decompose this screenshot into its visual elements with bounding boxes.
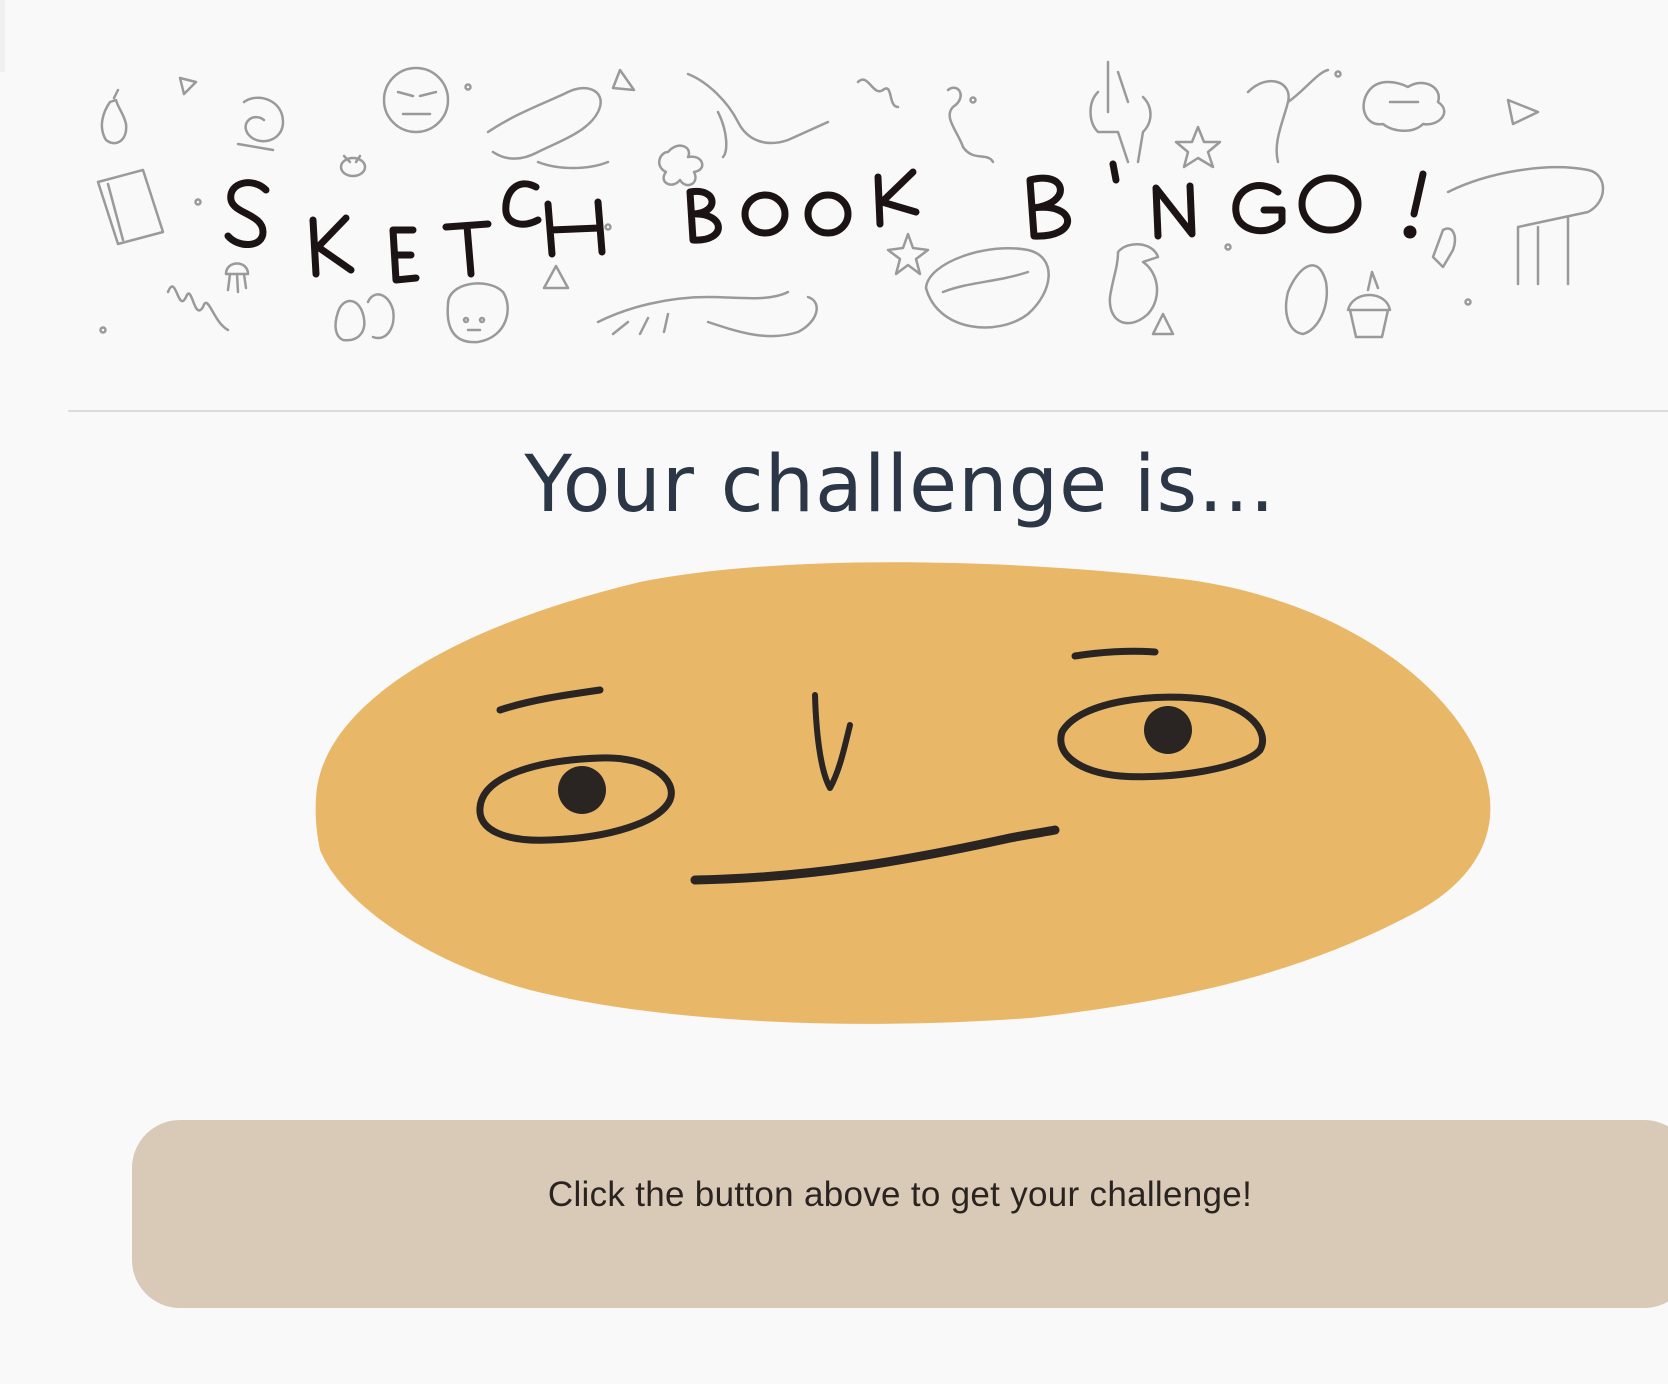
banner-illustration [96,60,1605,344]
deer-icon [1089,60,1152,164]
header-divider [68,410,1668,412]
squirrel-icon [1246,68,1330,164]
snail-icon [236,96,285,152]
face-blob [315,562,1491,1024]
fish-icon [1284,264,1329,336]
face-svg [315,562,1491,1024]
cupcake-icon [1346,270,1392,339]
toast-icon [446,282,509,344]
star-icon [1174,125,1222,169]
bird-with-hat-icon [1108,243,1175,336]
piano-icon [1446,165,1605,286]
lobster-icon [596,290,818,338]
right-pupil [1144,706,1192,754]
hand-icon [1431,227,1457,269]
pear-icon [100,88,128,145]
bowl-icon [924,246,1050,329]
triangle-icon [178,76,198,96]
jellyfish-icon [224,262,250,294]
page: Your challenge is... Click the button ab… [0,0,1668,1384]
scribble-icon [166,285,230,332]
challenge-placeholder-text: Click the button above to get your chall… [547,1175,1253,1214]
triangle-icon-4 [542,264,570,290]
hummingbird-icon [686,72,830,159]
banner-title-lettering [224,160,1427,284]
bee-icon [339,154,367,178]
triangle-icon-2 [611,68,636,92]
squiggle-icon [856,78,995,164]
corner-mark [0,0,5,72]
shoes-icon [334,293,395,342]
star-icon-2 [886,232,930,276]
dragon-icon [486,86,610,170]
triangle-icon-3 [1506,98,1540,126]
challenge-heading: Your challenge is... [524,440,1276,530]
thinking-face-illustration [310,560,1510,1030]
notebook-icon [96,168,165,246]
flower-icon [658,144,704,187]
left-pupil [558,766,606,814]
cloud-face-icon [1362,80,1446,132]
sketchbook-bingo-banner [68,52,1668,372]
grumpy-face-icon [382,66,450,134]
